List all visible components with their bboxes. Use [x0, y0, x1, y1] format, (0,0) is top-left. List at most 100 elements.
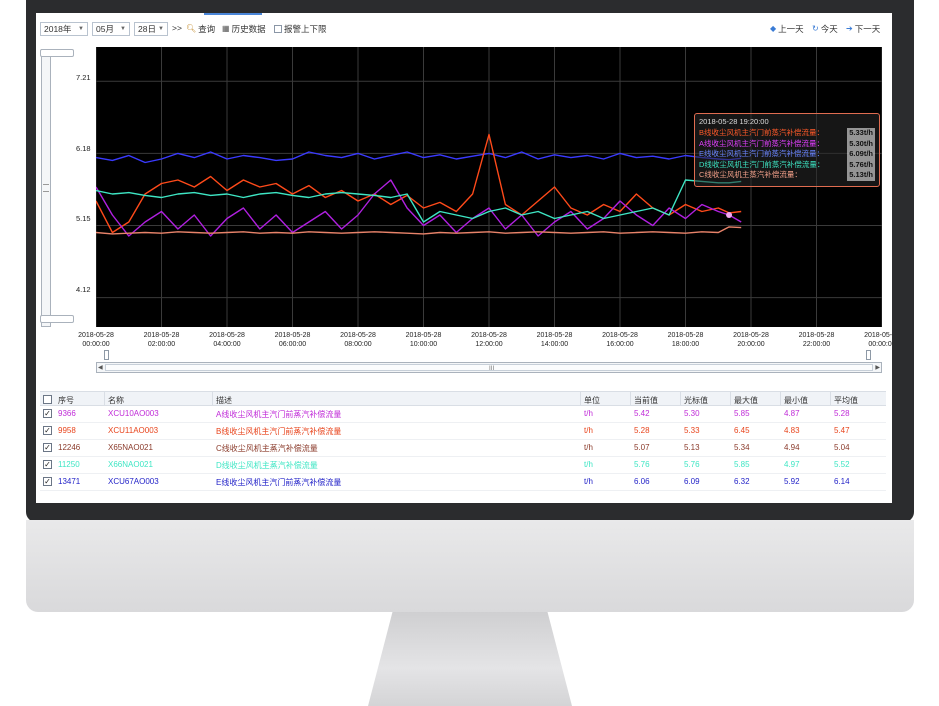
trend-chart[interactable]: [95, 47, 883, 327]
today-label: 今天: [820, 24, 838, 34]
x-tick-date: 2018-05-28: [667, 332, 704, 339]
y-axis-upper-handle[interactable]: [40, 49, 74, 57]
search-icon: 🔍︎: [186, 24, 197, 33]
tooltip-row: C线收尘风机主蒸汽补偿流量： 5.13t/h: [699, 170, 875, 181]
month-select[interactable]: 05月 ▼: [92, 22, 130, 36]
cell-avg: 5.47: [834, 426, 850, 435]
today-button[interactable]: ↻ 今天: [812, 23, 838, 35]
x-tick-time: 02:00:00: [147, 341, 176, 348]
chevron-down-icon: ▼: [158, 26, 164, 32]
y-tick-label: 5.15: [76, 214, 91, 223]
table-row[interactable]: ✓ 9366 XCU10AO003 A线收尘风机主汽门前蒸汽补偿流量 t/h 5.42 5.…: [40, 406, 886, 423]
col-header-avg[interactable]: 平均值: [834, 395, 858, 406]
y-axis-scrollbar[interactable]: [41, 49, 51, 327]
cell-desc: C线收尘风机主蒸汽补偿流量: [216, 444, 318, 453]
table-body: ✓ 9366 XCU10AO003 A线收尘风机主汽门前蒸汽补偿流量 t/h 5.42 5.…: [40, 406, 886, 491]
next-day-button[interactable]: ➔ 下一天: [846, 23, 880, 35]
tooltip-time: 2018-05-28 19:20:00: [699, 117, 769, 126]
x-tick-time: 00:00:00: [868, 341, 892, 348]
cell-cursor: 6.09: [684, 477, 700, 486]
col-header-name[interactable]: 名称: [108, 395, 124, 406]
row-checkbox[interactable]: ✓: [43, 409, 52, 418]
x-tick-time: 22:00:00: [802, 341, 831, 348]
x-tick-label: 2018-05-28 10:00:00: [404, 331, 444, 349]
x-tick-label: 2018-05-28 20:00:00: [731, 331, 771, 349]
cell-name: X65NAO021: [108, 443, 153, 452]
scroll-left-icon[interactable]: ◀: [98, 363, 103, 372]
year-select[interactable]: 2018年 ▼: [40, 22, 88, 36]
table-row[interactable]: ✓ 11250 X66NAO021 D线收尘风机主蒸汽补偿流量 t/h 5.76 5.76 5…: [40, 457, 886, 474]
scroll-grip: III: [489, 365, 495, 372]
history-data-button[interactable]: ▦ 历史数据: [222, 23, 266, 35]
x-range-end-handle[interactable]: [866, 350, 871, 360]
x-tick-label: 2018-05-28 02:00:00: [142, 331, 182, 349]
column-divider: [830, 392, 831, 405]
query-button[interactable]: 🔍︎ 查询: [186, 23, 215, 35]
cell-min: 5.92: [784, 477, 800, 486]
cell-min: 4.87: [784, 409, 800, 418]
alarm-limits-label: 报警上下限: [284, 24, 327, 34]
table-row[interactable]: ✓ 13471 XCU67AO003 E线收尘风机主汽门前蒸汽补偿流量 t/h 6.06 6…: [40, 474, 886, 491]
x-tick-label: 2018-05-28 06:00:00: [273, 331, 313, 349]
forward-button[interactable]: >>: [172, 23, 182, 33]
day-select[interactable]: 28日 ▼: [134, 22, 168, 36]
x-range-start-handle[interactable]: [104, 350, 109, 360]
tooltip-row: D线收尘风机主汽门前蒸汽补偿流量： 5.76t/h: [699, 159, 875, 170]
table-row[interactable]: ✓ 12246 X65NAO021 C线收尘风机主蒸汽补偿流量 t/h 5.07 5.13 5…: [40, 440, 886, 457]
cell-unit: t/h: [584, 460, 593, 469]
x-tick-date: 2018-05-28: [340, 332, 376, 339]
toolbar: 2018年 ▼ 05月 ▼ 28日 ▼ >> 🔍︎ 查询 ▦ 历史数据 报警上下限: [40, 21, 886, 39]
cell-cursor: 5.30: [684, 409, 700, 418]
table-row[interactable]: ✓ 9958 XCU11AO003 B线收尘风机主汽门前蒸汽补偿流量 t/h 5.28 5.…: [40, 423, 886, 440]
y-axis-lower-handle[interactable]: [40, 315, 74, 323]
col-header-desc[interactable]: 描述: [216, 395, 232, 406]
cursor-marker: [726, 212, 733, 218]
y-scroll-grip[interactable]: [43, 184, 49, 192]
x-tick-label: 2018-05-28 22:00:00: [797, 331, 837, 349]
col-header-current[interactable]: 当前值: [634, 395, 658, 406]
alarm-limits-toggle[interactable]: 报警上下限: [274, 23, 327, 35]
tooltip-row: A线收尘风机主汽门前蒸汽补偿流量： 5.30t/h: [699, 138, 875, 149]
row-checkbox[interactable]: ✓: [43, 477, 52, 486]
col-header-cursor[interactable]: 光标值: [684, 395, 708, 406]
query-label: 查询: [198, 24, 216, 34]
y-tick-label: 4.12: [76, 285, 91, 294]
x-tick-time: 10:00:00: [409, 341, 438, 348]
x-axis-scrollbar[interactable]: ◀ III ▶: [96, 362, 882, 373]
cell-max: 5.85: [734, 409, 750, 418]
x-tick-time: 20:00:00: [737, 341, 765, 348]
cell-id: 9958: [58, 426, 76, 435]
app-screen: 2018年 ▼ 05月 ▼ 28日 ▼ >> 🔍︎ 查询 ▦ 历史数据 报警上下限: [36, 13, 892, 503]
cell-id: 12246: [58, 443, 81, 452]
year-select-value: 2018年: [44, 24, 72, 34]
cell-avg: 5.04: [834, 443, 850, 452]
col-header-min[interactable]: 最小值: [784, 395, 808, 406]
x-tick-label: 2018-05-28 16:00:00: [600, 331, 640, 349]
row-checkbox[interactable]: ✓: [43, 460, 52, 469]
col-header-id[interactable]: 序号: [58, 395, 74, 406]
cell-unit: t/h: [584, 477, 593, 486]
x-tick-date: 2018-05-28: [209, 332, 245, 339]
forward-label: >>: [172, 23, 182, 33]
select-all-checkbox[interactable]: [43, 395, 52, 404]
col-header-max[interactable]: 最大值: [734, 395, 758, 406]
x-tick-label: 2018-05-28 12:00:00: [469, 331, 509, 349]
arrow-right-icon: ➔: [846, 24, 853, 33]
x-tick-time: 08:00:00: [344, 341, 372, 348]
prev-day-label: 上一天: [778, 24, 804, 34]
row-checkbox[interactable]: ✓: [43, 443, 52, 452]
x-tick-date: 2018-05-28: [733, 332, 769, 339]
tooltip-series-label: B线收尘风机主汽门前蒸汽补偿流量：: [699, 128, 825, 137]
row-checkbox[interactable]: ✓: [43, 426, 52, 435]
cell-desc: A线收尘风机主汽门前蒸汽补偿流量: [216, 410, 342, 419]
series-line-4: [95, 226, 742, 235]
tag-table: 序号 名称 描述 单位 当前值 光标值 最大值 最小值 平均值 ✓ 9366 XCU…: [40, 391, 886, 491]
prev-day-button[interactable]: ◆ 上一天: [770, 23, 804, 35]
col-header-unit[interactable]: 单位: [584, 395, 600, 406]
alarm-limits-checkbox[interactable]: [274, 25, 282, 33]
table-header: 序号 名称 描述 单位 当前值 光标值 最大值 最小值 平均值: [40, 391, 886, 406]
cell-avg: 5.28: [834, 409, 850, 418]
scroll-right-icon[interactable]: ▶: [875, 363, 880, 372]
x-scroll-thumb[interactable]: III: [105, 364, 873, 372]
tooltip-series-label: C线收尘风机主蒸汽补偿流量：: [699, 170, 802, 179]
